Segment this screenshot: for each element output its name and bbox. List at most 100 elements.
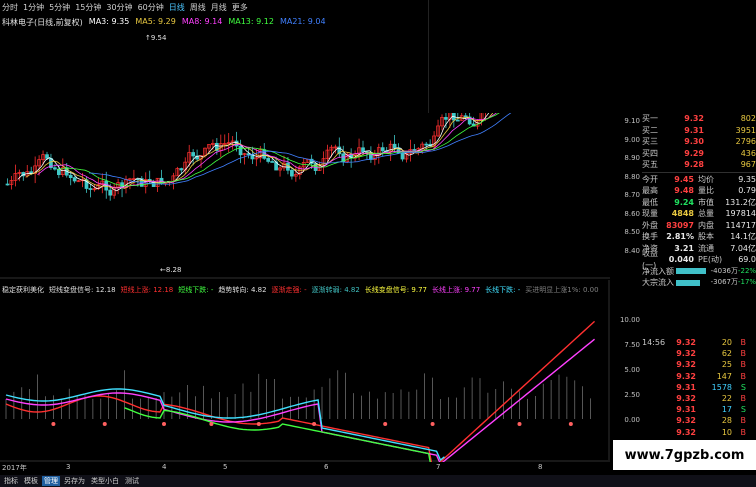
period-tab-6[interactable]: 日线	[169, 2, 185, 13]
period-tab-5[interactable]: 60分钟	[138, 2, 164, 13]
trade-row[interactable]: 9.32 147 B	[642, 371, 756, 382]
quote-panel: 买一 9.32 802 买二 9.31 3951 买三 9.30 2796 买四 9.29 436 买五…	[642, 113, 756, 289]
ma-legend: 科林电子(日线,前复权) MA3: 9.35 MA5: 9.29 MA8: 9.14…	[2, 17, 326, 28]
stat-label: 最高	[642, 186, 658, 195]
candle-body	[108, 189, 113, 196]
trade-row[interactable]: 14:56 9.32 20 B	[642, 337, 756, 348]
trade-side: B	[740, 427, 747, 437]
stat-label: 市值	[698, 197, 714, 207]
trade-price: 9.32	[676, 349, 696, 359]
bottom-tab-3[interactable]: 另存为	[62, 476, 87, 486]
flow-bar	[676, 268, 706, 275]
trade-row[interactable]: 9.32 25 B	[642, 359, 756, 370]
trade-row[interactable]: 9.32 10 B	[642, 427, 756, 438]
indicator-legend-item: 短线下跌: -	[178, 286, 214, 294]
indicator-line	[5, 338, 595, 462]
bid-label: 买四	[642, 148, 658, 158]
stat-value: 14.1亿	[730, 232, 756, 241]
trade-side: B	[740, 393, 747, 403]
period-tab-0[interactable]: 分时	[2, 2, 18, 13]
trade-row[interactable]: 9.31 1578 S	[642, 382, 756, 393]
bid-volume: 802	[740, 114, 756, 123]
price-tick: 9.00	[624, 135, 640, 144]
redacted-area-top	[428, 0, 756, 113]
trade-row[interactable]: 9.32 22 B	[642, 393, 756, 404]
period-tab-8[interactable]: 月线	[211, 2, 227, 13]
stat-label: 内盘	[698, 220, 714, 230]
stat-value: 9.45	[674, 174, 694, 184]
trade-price: 9.31	[676, 405, 696, 415]
signal-marker	[312, 422, 317, 426]
period-tab-3[interactable]: 15分钟	[75, 2, 101, 13]
price-tick: 8.60	[624, 209, 640, 218]
period-tab-1[interactable]: 1分钟	[23, 2, 44, 13]
candle-body	[45, 154, 49, 159]
price-tick: 8.50	[624, 228, 640, 236]
indicator-legend-item: 逐渐走强: -	[271, 286, 307, 294]
bottom-tab-1[interactable]: 模板	[22, 476, 40, 486]
bottom-tab-4[interactable]: 类型小白	[89, 476, 121, 486]
redacted-area-middle	[219, 224, 481, 262]
date-axis: 2017年 3 4 5 6 7 8	[0, 462, 600, 474]
indicator-legend-item: 短线变盘信号: 12.18	[49, 286, 116, 294]
bid-price: 9.32	[684, 114, 704, 123]
candle-body	[72, 177, 77, 182]
bid-row[interactable]: 买二 9.31 3951	[642, 125, 756, 137]
stat-label: 换手	[642, 232, 658, 241]
signal-marker	[162, 422, 166, 426]
signal-marker	[209, 422, 214, 426]
indicator-tick: 0.00	[624, 416, 640, 424]
trade-volume: 28	[721, 416, 732, 426]
flow-value: -4036万	[710, 266, 738, 275]
stat-label: 量比	[698, 186, 714, 195]
stat-row: 今开 9.45 均价 9.35	[642, 174, 756, 186]
period-toolbar: 分时 1分钟 5分钟 15分钟 30分钟 60分钟 日线 周线 月线 更多	[0, 0, 428, 14]
period-tab-9[interactable]: 更多	[232, 2, 248, 13]
candle-body	[266, 158, 271, 162]
trade-row[interactable]: 9.32 62 B	[642, 348, 756, 359]
flow-label: 净流入额	[642, 266, 674, 276]
candle-body	[444, 117, 448, 120]
stat-row: 最低 9.24 市值 131.2亿	[642, 197, 756, 209]
candle-body	[463, 115, 468, 118]
indicator-legend-item: 长线下跌: -	[485, 286, 521, 294]
trade-side: B	[740, 338, 747, 347]
period-tab-7[interactable]: 周线	[190, 2, 206, 13]
bottom-tab-5[interactable]: 测试	[123, 476, 141, 486]
indicator-name[interactable]: 稳定获利美化	[2, 285, 44, 295]
bottom-tab-0[interactable]: 指标	[2, 476, 20, 486]
candle-body	[104, 180, 109, 191]
period-tab-2[interactable]: 5分钟	[49, 2, 70, 13]
bid-row[interactable]: 买五 9.28 967	[642, 159, 756, 171]
flow-bar	[676, 279, 700, 286]
trade-price: 9.32	[676, 427, 696, 437]
trade-row[interactable]: 9.32 28 B	[642, 415, 756, 426]
signal-marker	[256, 422, 261, 426]
stat-value: 114717	[725, 220, 756, 230]
trade-time	[642, 404, 668, 415]
trade-row[interactable]: 9.31 17 S	[642, 404, 756, 415]
candle-body	[290, 169, 294, 177]
date-tick: 8	[538, 463, 543, 471]
trade-volume: 62	[721, 349, 732, 359]
ma-legend-item: MA21: 9.04	[279, 17, 326, 26]
stat-value: 9.48	[674, 186, 694, 195]
trade-time	[642, 348, 668, 359]
bid-row[interactable]: 买一 9.32 802	[642, 113, 756, 125]
indicator-legend-item: 趋势转向: 4.82	[218, 286, 267, 294]
bid-row[interactable]: 买四 9.29 436	[642, 148, 756, 160]
period-tab-4[interactable]: 30分钟	[106, 2, 132, 13]
bottom-tab-2[interactable]: 管理	[42, 476, 60, 486]
stat-value: 83097	[666, 220, 694, 230]
trade-time	[642, 393, 668, 404]
watermark: www.7gpzb.com	[613, 440, 756, 470]
signal-marker	[517, 422, 522, 426]
price-tick: 8.80	[624, 172, 640, 181]
date-tick: 3	[66, 463, 71, 471]
signal-marker	[383, 422, 388, 426]
date-tick: 6	[324, 463, 329, 471]
bid-row[interactable]: 买三 9.30 2796	[642, 136, 756, 148]
price-tick: 8.70	[624, 191, 640, 199]
stat-label: 总量	[698, 209, 714, 218]
stat-label: 外盘	[642, 220, 658, 230]
